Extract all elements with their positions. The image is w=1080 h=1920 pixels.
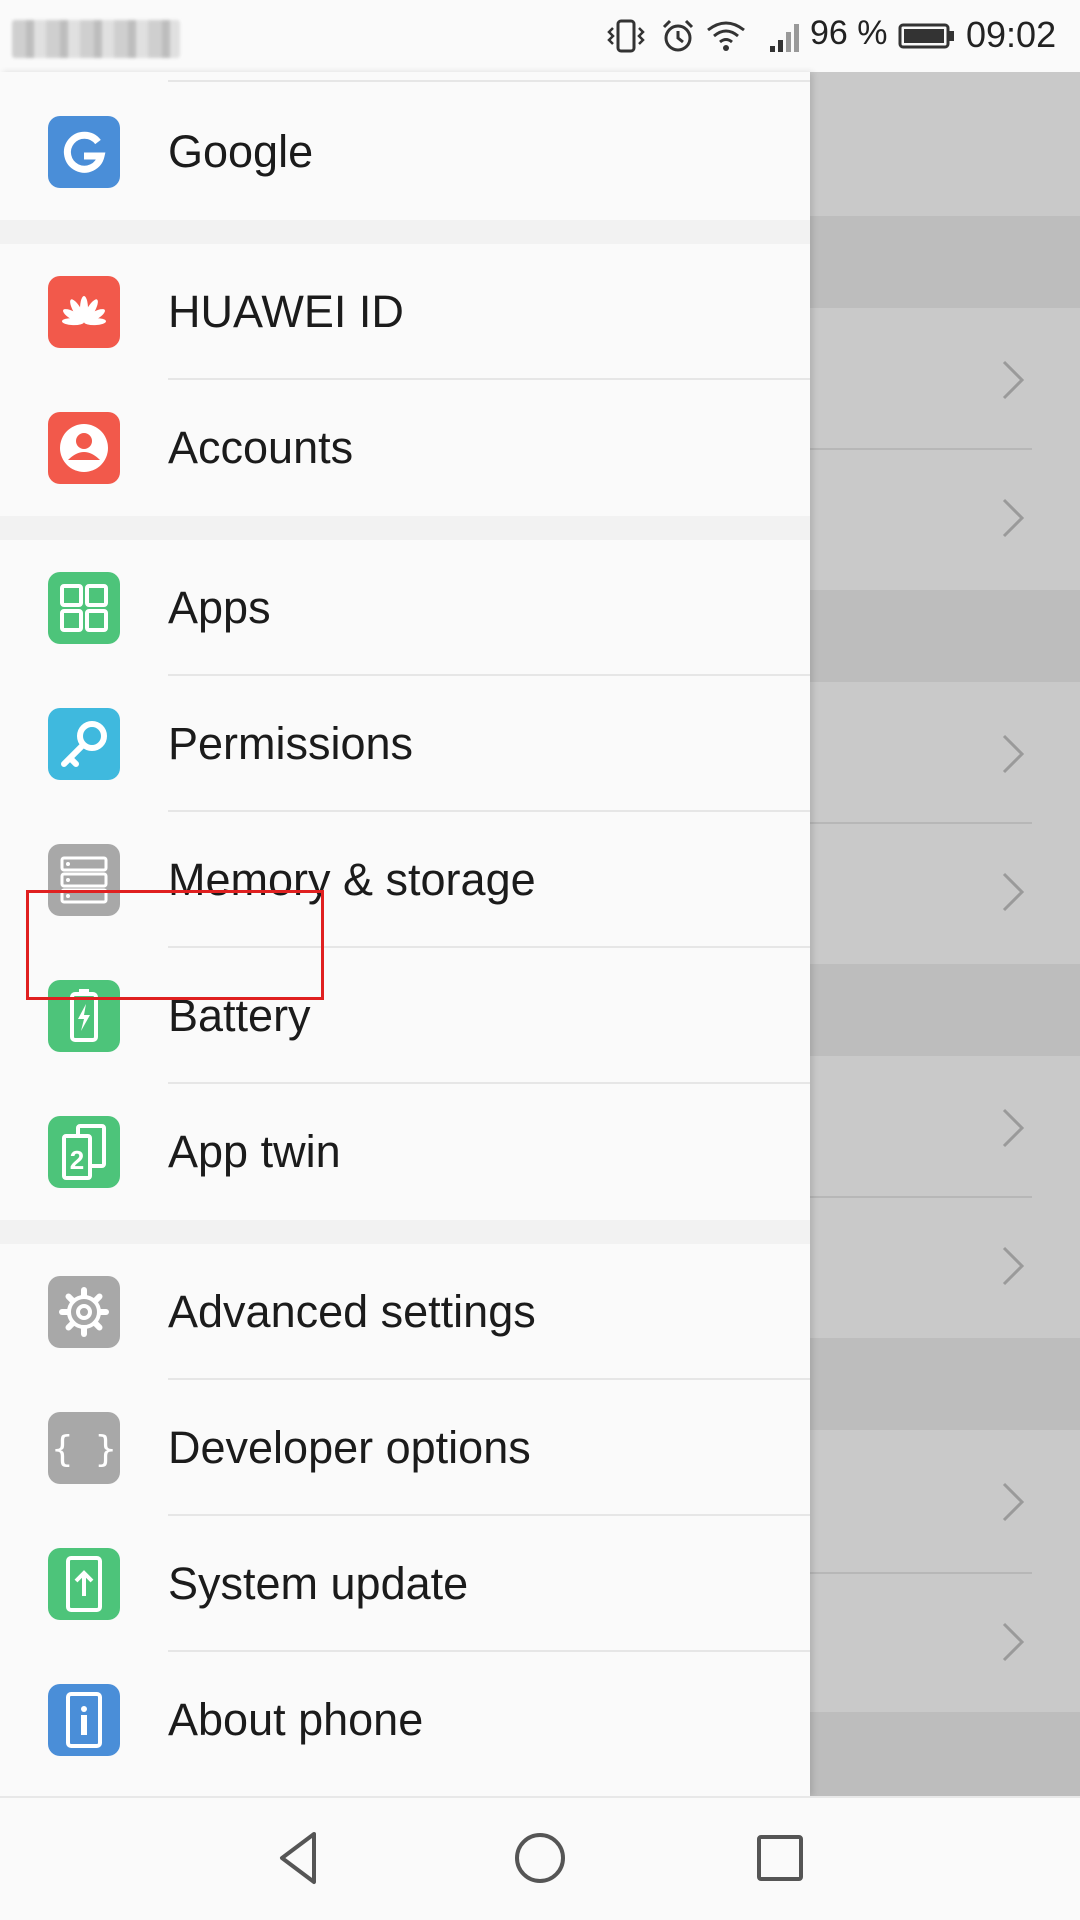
settings-item-label: About phone: [168, 1694, 424, 1745]
settings-item-about-phone[interactable]: About phone: [0, 1652, 810, 1788]
home-icon[interactable]: [510, 1828, 570, 1888]
settings-list: Google HUAWEI ID Accounts Apps Permissio…: [0, 72, 810, 1796]
settings-item-label: App twin: [168, 1126, 341, 1177]
settings-item-google[interactable]: Google: [0, 84, 810, 220]
chevron-right-icon: [1002, 1108, 1025, 1148]
settings-item-battery[interactable]: Battery: [0, 948, 810, 1084]
settings-item-permissions[interactable]: Permissions: [0, 676, 810, 812]
battery-icon: [48, 980, 120, 1052]
clock: 09:02: [966, 14, 1057, 55]
settings-item-label: HUAWEI ID: [168, 286, 404, 337]
carrier-name-blurred: [12, 20, 180, 58]
chevron-right-icon: [1002, 498, 1025, 538]
section-separator: [0, 220, 810, 244]
section-separator: [0, 1220, 810, 1244]
chevron-right-icon: [1002, 872, 1025, 912]
bg-section-band: [810, 216, 1080, 308]
svg-text:{ }: { }: [51, 1429, 116, 1470]
bg-section-band: [810, 1712, 1080, 1796]
google-icon: [48, 116, 120, 188]
system-update-icon: [48, 1548, 120, 1620]
status-bar: 96 % 09:02: [0, 0, 1080, 72]
settings-item-label: Permissions: [168, 718, 414, 769]
wifi-icon: [707, 21, 745, 51]
signal-icon: [770, 24, 799, 52]
bg-divider: [810, 1572, 1032, 1574]
settings-item-label: Apps: [168, 582, 271, 633]
gear-icon: [48, 1276, 120, 1348]
navigation-bar: [0, 1796, 1080, 1920]
info-icon: [48, 1684, 120, 1756]
storage-icon: [48, 844, 120, 916]
settings-item-system-update[interactable]: System update: [0, 1516, 810, 1652]
bg-divider: [810, 448, 1032, 450]
bg-section-band: [810, 590, 1080, 682]
settings-item-label: System update: [168, 1558, 469, 1609]
settings-item-label: Advanced settings: [168, 1286, 536, 1337]
section-separator: [0, 516, 810, 540]
chevron-right-icon: [1002, 734, 1025, 774]
bg-section-band: [810, 1338, 1080, 1430]
braces-icon: { }: [48, 1412, 120, 1484]
huawei-icon: [48, 276, 120, 348]
svg-text:2: 2: [70, 1145, 84, 1175]
settings-item-label: Accounts: [168, 422, 354, 473]
account-icon: [48, 412, 120, 484]
background-settings-page: [810, 72, 1080, 1796]
key-icon: [48, 708, 120, 780]
vibrate-icon: [607, 19, 645, 53]
settings-item-accounts[interactable]: Accounts: [0, 380, 810, 516]
bg-divider: [810, 1196, 1032, 1198]
settings-item-huawei-id[interactable]: HUAWEI ID: [0, 244, 810, 380]
app-twin-icon: 2: [48, 1116, 120, 1188]
settings-item-advanced-settings[interactable]: Advanced settings: [0, 1244, 810, 1380]
recent-apps-icon[interactable]: [750, 1828, 810, 1888]
chevron-right-icon: [1002, 1482, 1025, 1522]
settings-item-label: Battery: [168, 990, 311, 1041]
chevron-right-icon: [1002, 360, 1025, 400]
back-icon[interactable]: [270, 1828, 330, 1888]
apps-grid-icon: [48, 572, 120, 644]
settings-item-developer-options[interactable]: { } Developer options: [0, 1380, 810, 1516]
settings-item-app-twin[interactable]: 2 App twin: [0, 1084, 810, 1220]
battery-percent: 96 %: [810, 14, 888, 52]
settings-item-label: Memory & storage: [168, 854, 536, 905]
chevron-right-icon: [1002, 1246, 1025, 1286]
settings-item-label: Google: [168, 126, 314, 177]
chevron-right-icon: [1002, 1622, 1025, 1662]
settings-item-memory-storage[interactable]: Memory & storage: [0, 812, 810, 948]
alarm-icon: [662, 19, 694, 52]
bg-divider: [810, 822, 1032, 824]
screen: 96 % 09:02 Google HUAWEI ID Accounts App…: [0, 0, 1080, 1920]
settings-item-label: Developer options: [168, 1422, 531, 1473]
settings-item-apps[interactable]: Apps: [0, 540, 810, 676]
divider: [168, 80, 810, 82]
bg-section-band: [810, 964, 1080, 1056]
battery-status-icon: [898, 23, 954, 49]
